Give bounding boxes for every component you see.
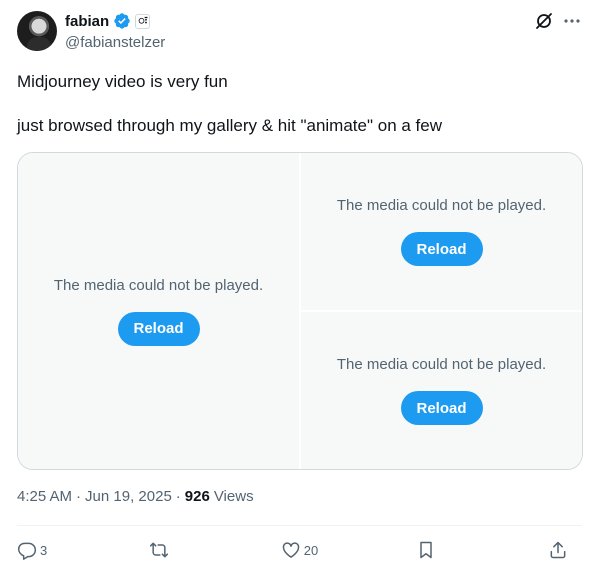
bookmark-button[interactable]	[416, 540, 450, 560]
divider	[17, 525, 582, 526]
bookmark-icon	[420, 541, 432, 559]
media-error-message: The media could not be played.	[53, 276, 264, 294]
tweet-text: Midjourney video is very fun just browse…	[17, 71, 577, 137]
reload-button[interactable]: Reload	[117, 311, 200, 346]
heart-icon	[282, 542, 300, 558]
tweet-line-2: just browsed through my gallery & hit "a…	[17, 116, 442, 135]
more-dots-glyph	[564, 19, 580, 23]
reply-button[interactable]: 3	[17, 540, 51, 560]
action-bar: 3 20	[17, 536, 582, 564]
repost-button[interactable]	[149, 540, 183, 560]
affiliate-badge-icon[interactable]: ः	[135, 13, 151, 29]
author-display-name[interactable]: fabian	[65, 13, 109, 30]
tweet-time[interactable]: 4:25 AM	[17, 488, 72, 505]
like-count: 20	[303, 542, 319, 558]
share-button[interactable]	[548, 540, 582, 560]
like-button[interactable]: 20	[281, 540, 318, 560]
media-tile-3[interactable]: The media could not be played. Reload	[301, 312, 582, 469]
author-handle[interactable]: @fabianstelzer	[65, 34, 165, 51]
more-options-icon[interactable]	[561, 10, 583, 32]
tweet-line-1: Midjourney video is very fun	[17, 72, 228, 91]
reply-icon	[17, 542, 37, 560]
reload-button[interactable]: Reload	[400, 232, 483, 266]
author-name-row: fabian ः	[65, 12, 151, 30]
tweet-meta: 4:25 AM · Jun 19, 2025 · 926 Views	[17, 488, 254, 505]
avatar[interactable]	[17, 11, 57, 51]
views-count: 926	[184, 488, 210, 505]
grok-icon[interactable]	[533, 10, 555, 32]
meta-separator: ·	[76, 488, 82, 505]
meta-separator: ·	[175, 488, 181, 505]
grok-icon-glyph	[536, 13, 552, 29]
verified-badge-icon[interactable]	[113, 12, 131, 30]
repost-icon	[149, 542, 168, 558]
media-grid: The media could not be played. Reload Th…	[17, 152, 583, 470]
tweet-header: fabian ः @fabianstelzer	[17, 9, 583, 55]
reload-button[interactable]: Reload	[400, 391, 483, 425]
media-error-message: The media could not be played.	[336, 197, 547, 214]
media-tile-1[interactable]: The media could not be played. Reload	[18, 153, 299, 469]
share-icon	[550, 541, 566, 559]
tweet-date[interactable]: Jun 19, 2025	[85, 488, 172, 505]
header-actions	[533, 10, 583, 32]
views-label: Views	[213, 488, 254, 505]
media-error-message: The media could not be played.	[336, 356, 547, 373]
reply-count: 3	[40, 542, 48, 558]
media-tile-2[interactable]: The media could not be played. Reload	[301, 153, 582, 310]
